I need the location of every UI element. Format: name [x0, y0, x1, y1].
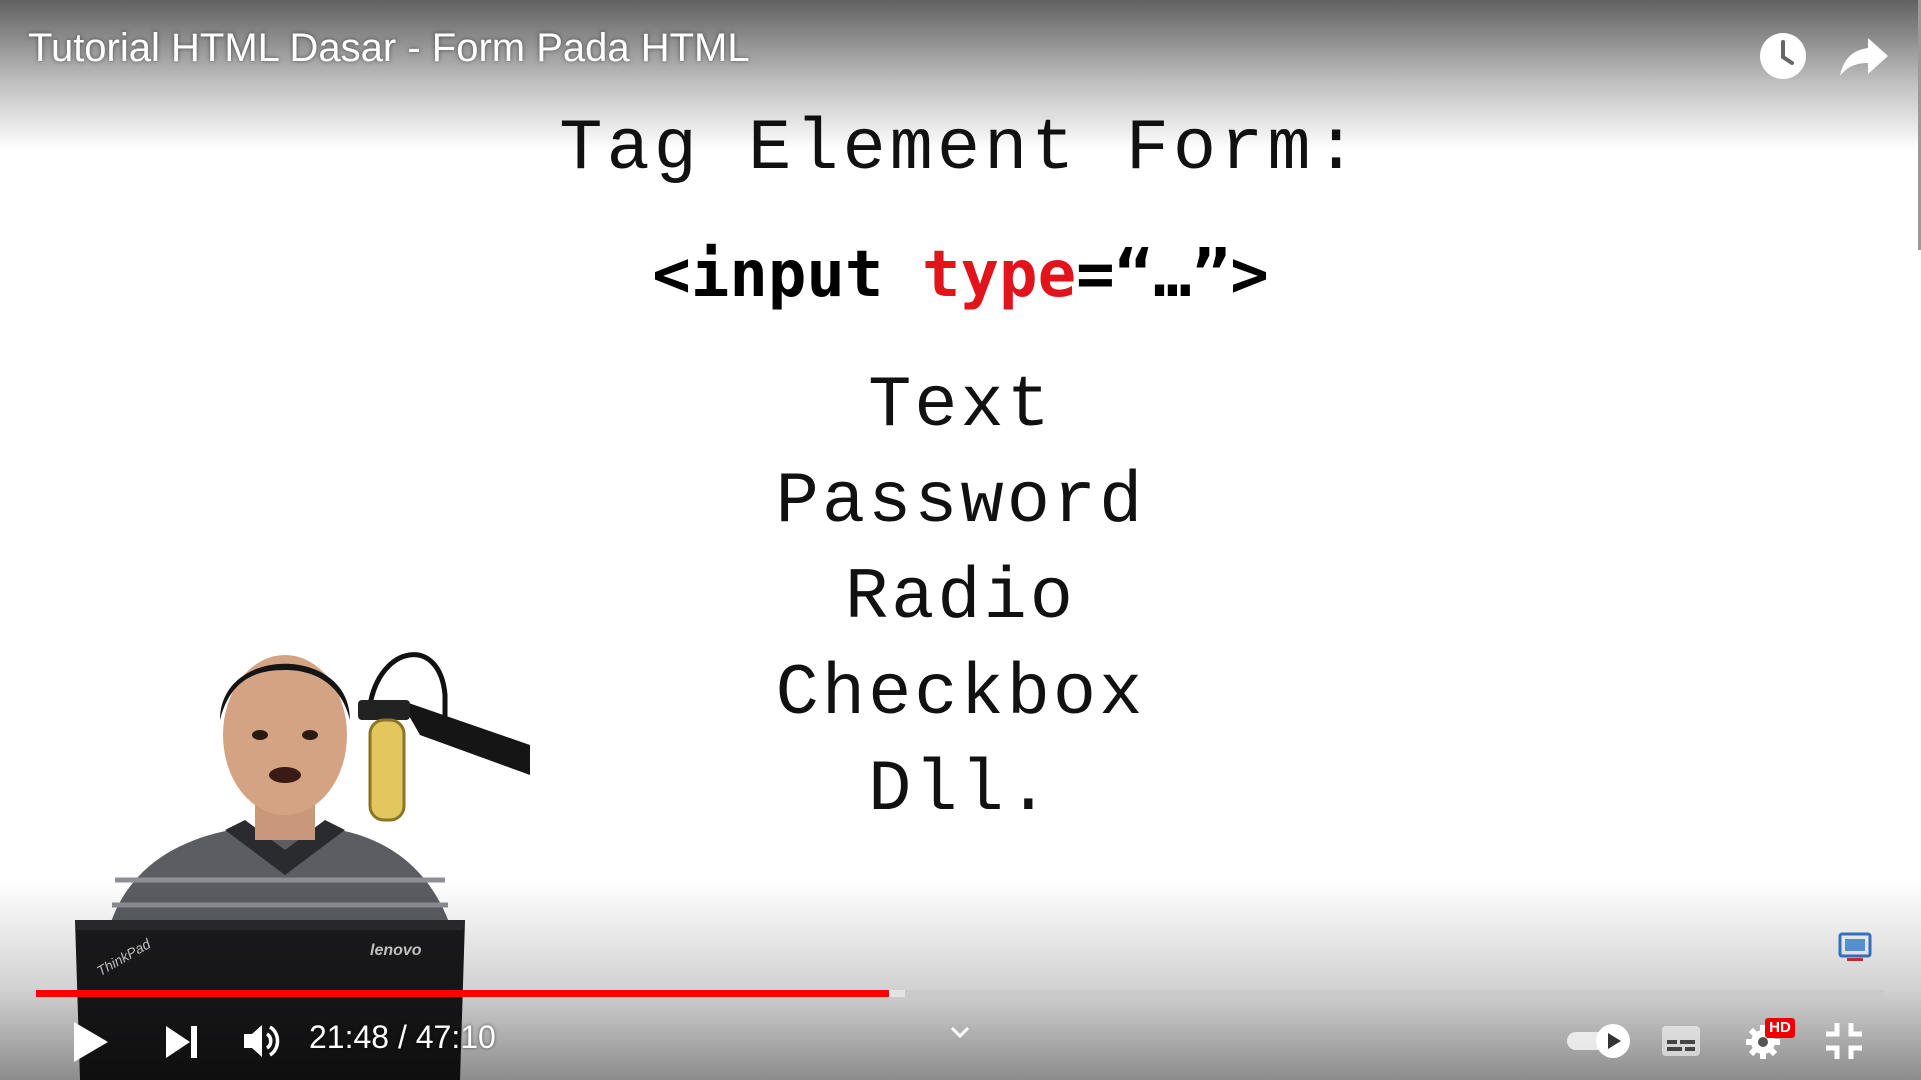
progress-played [36, 990, 890, 997]
progress-bar[interactable] [36, 990, 1884, 997]
subtitles-icon[interactable] [1661, 1025, 1701, 1057]
video-title[interactable]: Tutorial HTML Dasar - Form Pada HTML [28, 26, 750, 71]
code-snippet: <input type=“…”> [0, 238, 1921, 312]
top-gradient [0, 0, 1921, 150]
time-separator: / [389, 1019, 416, 1055]
code-rest: =“…”> [1076, 238, 1269, 312]
list-item: Password [775, 461, 1146, 543]
settings-button[interactable]: HD [1745, 1018, 1801, 1064]
skip-next-icon[interactable] [164, 1024, 200, 1060]
video-player[interactable]: Tag Element Form: <input type=“…”> Text … [0, 0, 1921, 1080]
fullscreen-exit-icon[interactable] [1825, 1022, 1863, 1060]
clock-icon[interactable] [1757, 30, 1809, 82]
chevron-down-icon[interactable] [950, 1025, 970, 1039]
code-open: <input [652, 238, 922, 312]
current-time: 21:48 [309, 1019, 390, 1055]
code-keyword: type [921, 238, 1077, 312]
hd-badge: HD [1765, 1018, 1795, 1038]
list-item: Text [868, 365, 1053, 447]
time-display: 21:48 / 47:10 [309, 1019, 496, 1056]
duration: 47:10 [415, 1019, 496, 1055]
autoplay-toggle-icon[interactable] [1565, 1022, 1633, 1060]
play-icon[interactable] [70, 1020, 110, 1064]
share-arrow-icon[interactable] [1838, 30, 1890, 82]
volume-icon[interactable] [242, 1022, 282, 1060]
